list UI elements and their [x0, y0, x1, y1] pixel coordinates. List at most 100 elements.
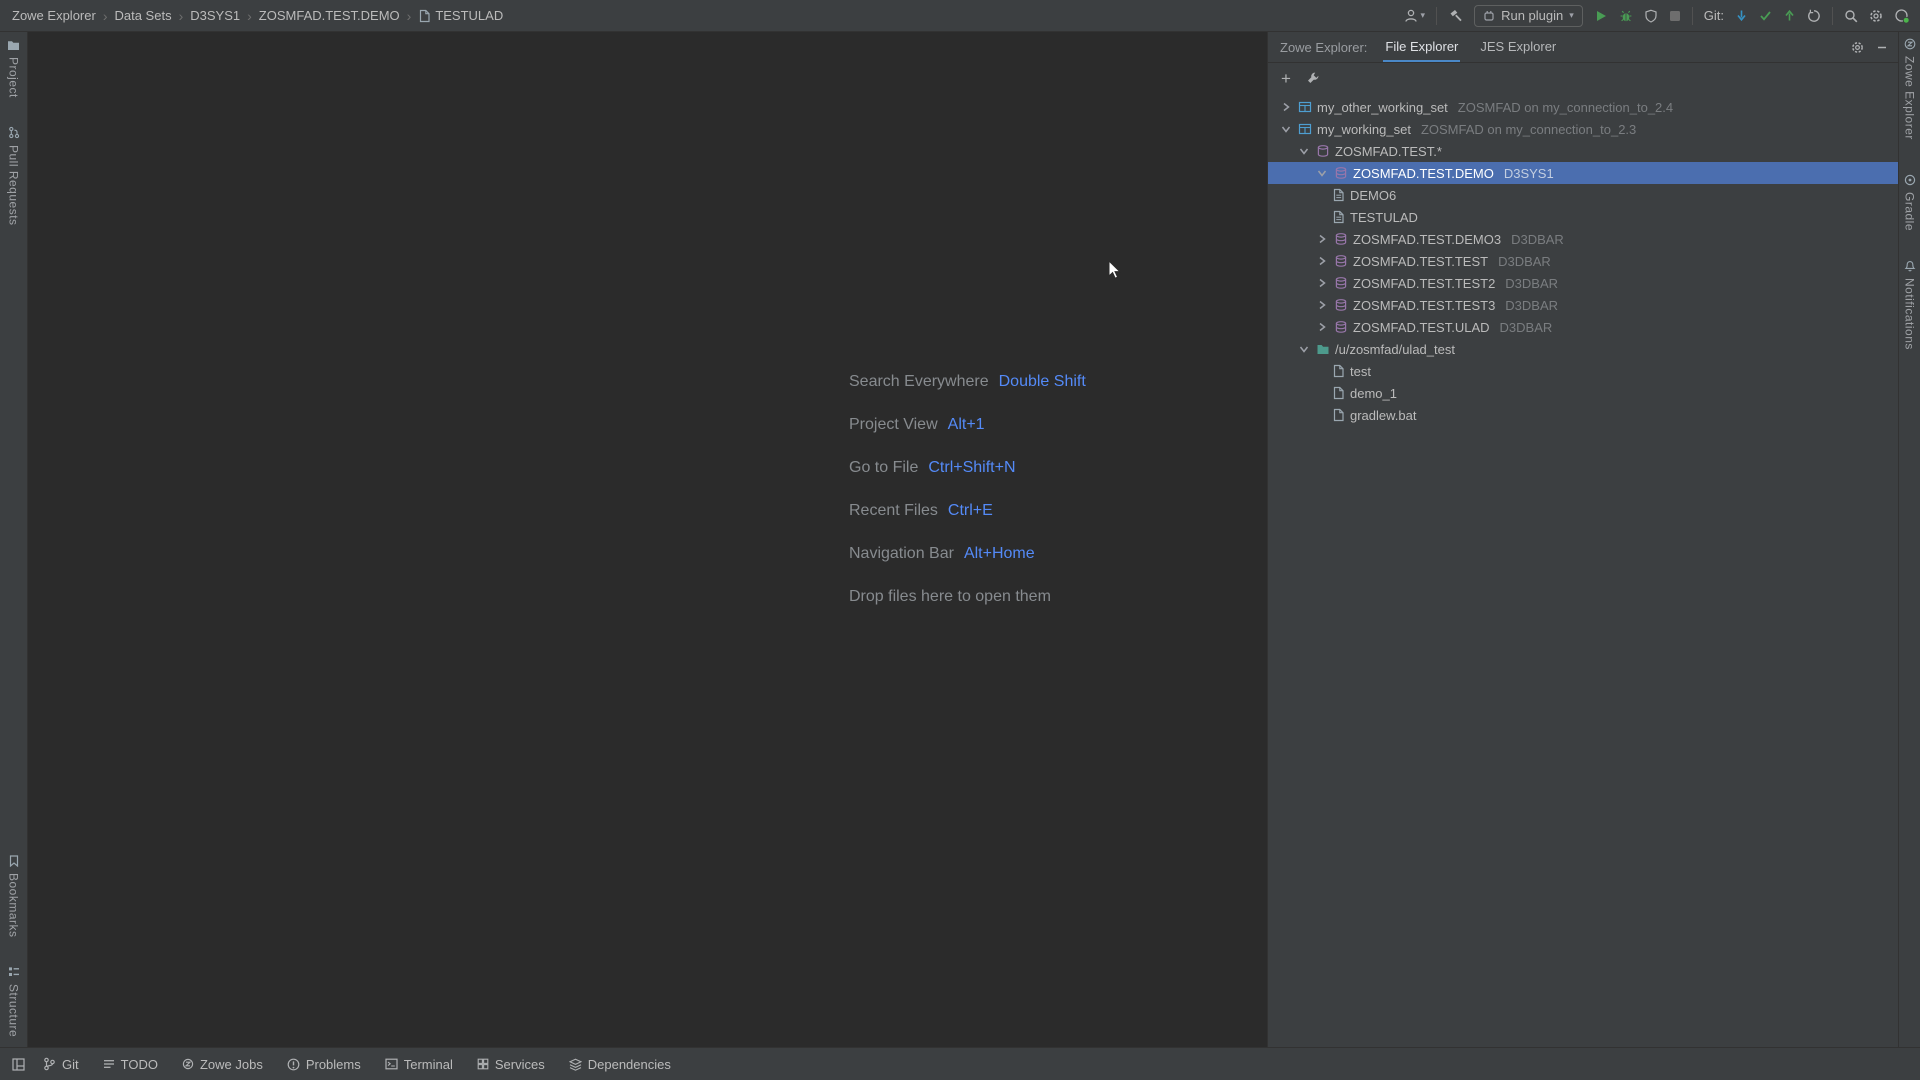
tree-row-zosmfad-test-test[interactable]: ZOSMFAD.TEST.TESTD3DBAR	[1268, 250, 1898, 272]
editor-area[interactable]: Search EverywhereDouble ShiftProject Vie…	[28, 32, 1267, 1047]
tree-item-suffix: D3DBAR	[1505, 276, 1558, 291]
toolwindow-button-notifications[interactable]: Notifications	[1903, 259, 1917, 350]
chevron-right-icon[interactable]	[1314, 321, 1329, 333]
chevron-down-icon[interactable]	[1296, 343, 1311, 355]
shortcut-hint-navigation-bar: Navigation BarAlt+Home	[849, 542, 1086, 566]
dataset-icon	[1334, 320, 1348, 334]
toolwindow-button-gradle[interactable]: Gradle	[1903, 174, 1917, 231]
toolwindow-button-pull-requests[interactable]: Pull Requests	[7, 126, 21, 226]
breadcrumb-item-data-sets[interactable]: Data Sets	[114, 8, 171, 23]
chevron-right-icon[interactable]	[1314, 277, 1329, 289]
tree-row-testulad[interactable]: TESTULAD	[1268, 206, 1898, 228]
status-item-git[interactable]: Git	[43, 1057, 79, 1072]
bell-icon	[1904, 259, 1916, 272]
breadcrumb-item-d3sys1[interactable]: D3SYS1	[190, 8, 240, 23]
file-icon	[1332, 408, 1345, 422]
user-icon	[1403, 8, 1419, 24]
tree-row-test[interactable]: test	[1268, 360, 1898, 382]
services-icon	[477, 1058, 489, 1070]
shortcut-keys[interactable]: Ctrl+E	[948, 502, 993, 520]
shortcut-keys[interactable]: Double Shift	[999, 373, 1086, 391]
profile-button[interactable]	[1894, 8, 1910, 24]
zowe-explorer-panel: Zowe Explorer: File ExplorerJES Explorer…	[1267, 32, 1898, 1047]
status-item-zowe-jobs[interactable]: Zowe Jobs	[182, 1057, 263, 1072]
tree-row-zosmfad-test-demo3[interactable]: ZOSMFAD.TEST.DEMO3D3DBAR	[1268, 228, 1898, 250]
git-commit-button[interactable]	[1759, 9, 1772, 22]
git-branch-icon	[43, 1057, 56, 1071]
add-button[interactable]: +	[1281, 70, 1291, 87]
tree-row-zosmfad-test-ulad[interactable]: ZOSMFAD.TEST.ULADD3DBAR	[1268, 316, 1898, 338]
play-icon	[1594, 9, 1608, 23]
member-icon	[1332, 210, 1345, 224]
tree-item-suffix: D3SYS1	[1504, 166, 1554, 181]
coverage-button[interactable]	[1644, 9, 1658, 23]
tree-row-gradlew-bat[interactable]: gradlew.bat	[1268, 404, 1898, 426]
status-item-services[interactable]: Services	[477, 1057, 545, 1072]
status-item-todo[interactable]: TODO	[103, 1057, 158, 1072]
tree-row-zosmfad-test-test2[interactable]: ZOSMFAD.TEST.TEST2D3DBAR	[1268, 272, 1898, 294]
tree-row-demo6[interactable]: DEMO6	[1268, 184, 1898, 206]
breadcrumb-item-zosmfad-test-demo[interactable]: ZOSMFAD.TEST.DEMO	[259, 8, 400, 23]
toolwindow-button-project[interactable]: Project	[7, 40, 21, 98]
toolwindow-button-bookmarks[interactable]: Bookmarks	[7, 855, 21, 938]
history-icon	[1807, 9, 1821, 23]
tab-file-explorer[interactable]: File Explorer	[1383, 32, 1460, 62]
stop-button[interactable]	[1669, 10, 1681, 22]
drop-hint: Drop files here to open them	[849, 585, 1086, 609]
tree-row-demo-1[interactable]: demo_1	[1268, 382, 1898, 404]
tree-row-zosmfad-test-demo[interactable]: ZOSMFAD.TEST.DEMOD3SYS1	[1268, 162, 1898, 184]
git-push-button[interactable]	[1783, 9, 1796, 22]
breadcrumb-separator-icon: ›	[179, 9, 184, 23]
shortcut-keys[interactable]: Ctrl+Shift+N	[928, 459, 1015, 477]
project-folder-icon	[7, 40, 20, 51]
toolwindow-button-zowe-explorer[interactable]: Zowe Explorer	[1903, 38, 1917, 140]
shortcut-keys[interactable]: Alt+Home	[964, 545, 1035, 563]
tab-jes-explorer[interactable]: JES Explorer	[1478, 32, 1558, 62]
status-item-terminal[interactable]: Terminal	[385, 1057, 453, 1072]
avatar-icon	[1894, 8, 1910, 24]
stop-icon	[1669, 10, 1681, 22]
shortcut-keys[interactable]: Alt+1	[948, 416, 985, 434]
edit-working-sets-button[interactable]	[1306, 71, 1320, 85]
chevron-right-icon[interactable]	[1314, 299, 1329, 311]
zowe-icon	[1904, 38, 1916, 50]
build-button[interactable]	[1448, 8, 1463, 23]
tree-row-u-zosmfad-ulad-test[interactable]: /u/zosmfad/ulad_test	[1268, 338, 1898, 360]
toolwindow-switcher-button[interactable]	[12, 1058, 25, 1071]
tree-row-my-other-working-set[interactable]: my_other_working_setZOSMFAD on my_connec…	[1268, 96, 1898, 118]
folder-icon	[1316, 343, 1330, 356]
run-button[interactable]	[1594, 9, 1608, 23]
dependencies-icon	[569, 1058, 582, 1071]
chevron-down-icon[interactable]	[1314, 167, 1329, 179]
user-account-button[interactable]: ▾	[1403, 8, 1426, 24]
toolwindow-button-structure[interactable]: Structure	[7, 966, 21, 1037]
gear-icon	[1869, 9, 1883, 23]
file-icon	[1332, 364, 1345, 378]
shortcut-hint-search-everywhere: Search EverywhereDouble Shift	[849, 370, 1086, 394]
window-grid-icon	[12, 1058, 25, 1071]
debug-button[interactable]	[1619, 9, 1633, 23]
chevron-down-icon[interactable]	[1278, 123, 1293, 135]
breadcrumb-item-testulad[interactable]: TESTULAD	[418, 8, 503, 23]
status-item-dependencies[interactable]: Dependencies	[569, 1057, 671, 1072]
search-everywhere-button[interactable]	[1844, 9, 1858, 23]
tree-row-zosmfad-test[interactable]: ZOSMFAD.TEST.*	[1268, 140, 1898, 162]
panel-minimize-button[interactable]	[1876, 41, 1888, 53]
history-button[interactable]	[1807, 9, 1821, 23]
tree-row-zosmfad-test-test3[interactable]: ZOSMFAD.TEST.TEST3D3DBAR	[1268, 294, 1898, 316]
status-item-problems[interactable]: Problems	[287, 1057, 361, 1072]
chevron-right-icon[interactable]	[1314, 233, 1329, 245]
chevron-down-icon: ▾	[1421, 11, 1426, 20]
arrow-up-icon	[1783, 9, 1796, 22]
panel-settings-button[interactable]	[1851, 41, 1864, 54]
tree-row-my-working-set[interactable]: my_working_setZOSMFAD on my_connection_t…	[1268, 118, 1898, 140]
git-update-button[interactable]	[1735, 9, 1748, 22]
chevron-down-icon[interactable]	[1296, 145, 1311, 157]
chevron-right-icon[interactable]	[1278, 101, 1293, 113]
bug-icon	[1619, 9, 1633, 23]
run-configuration-select[interactable]: Run plugin ▾	[1474, 5, 1583, 27]
breadcrumb-item-zowe-explorer[interactable]: Zowe Explorer	[12, 8, 96, 23]
settings-button[interactable]	[1869, 9, 1883, 23]
dataset-icon	[1334, 276, 1348, 290]
chevron-right-icon[interactable]	[1314, 255, 1329, 267]
